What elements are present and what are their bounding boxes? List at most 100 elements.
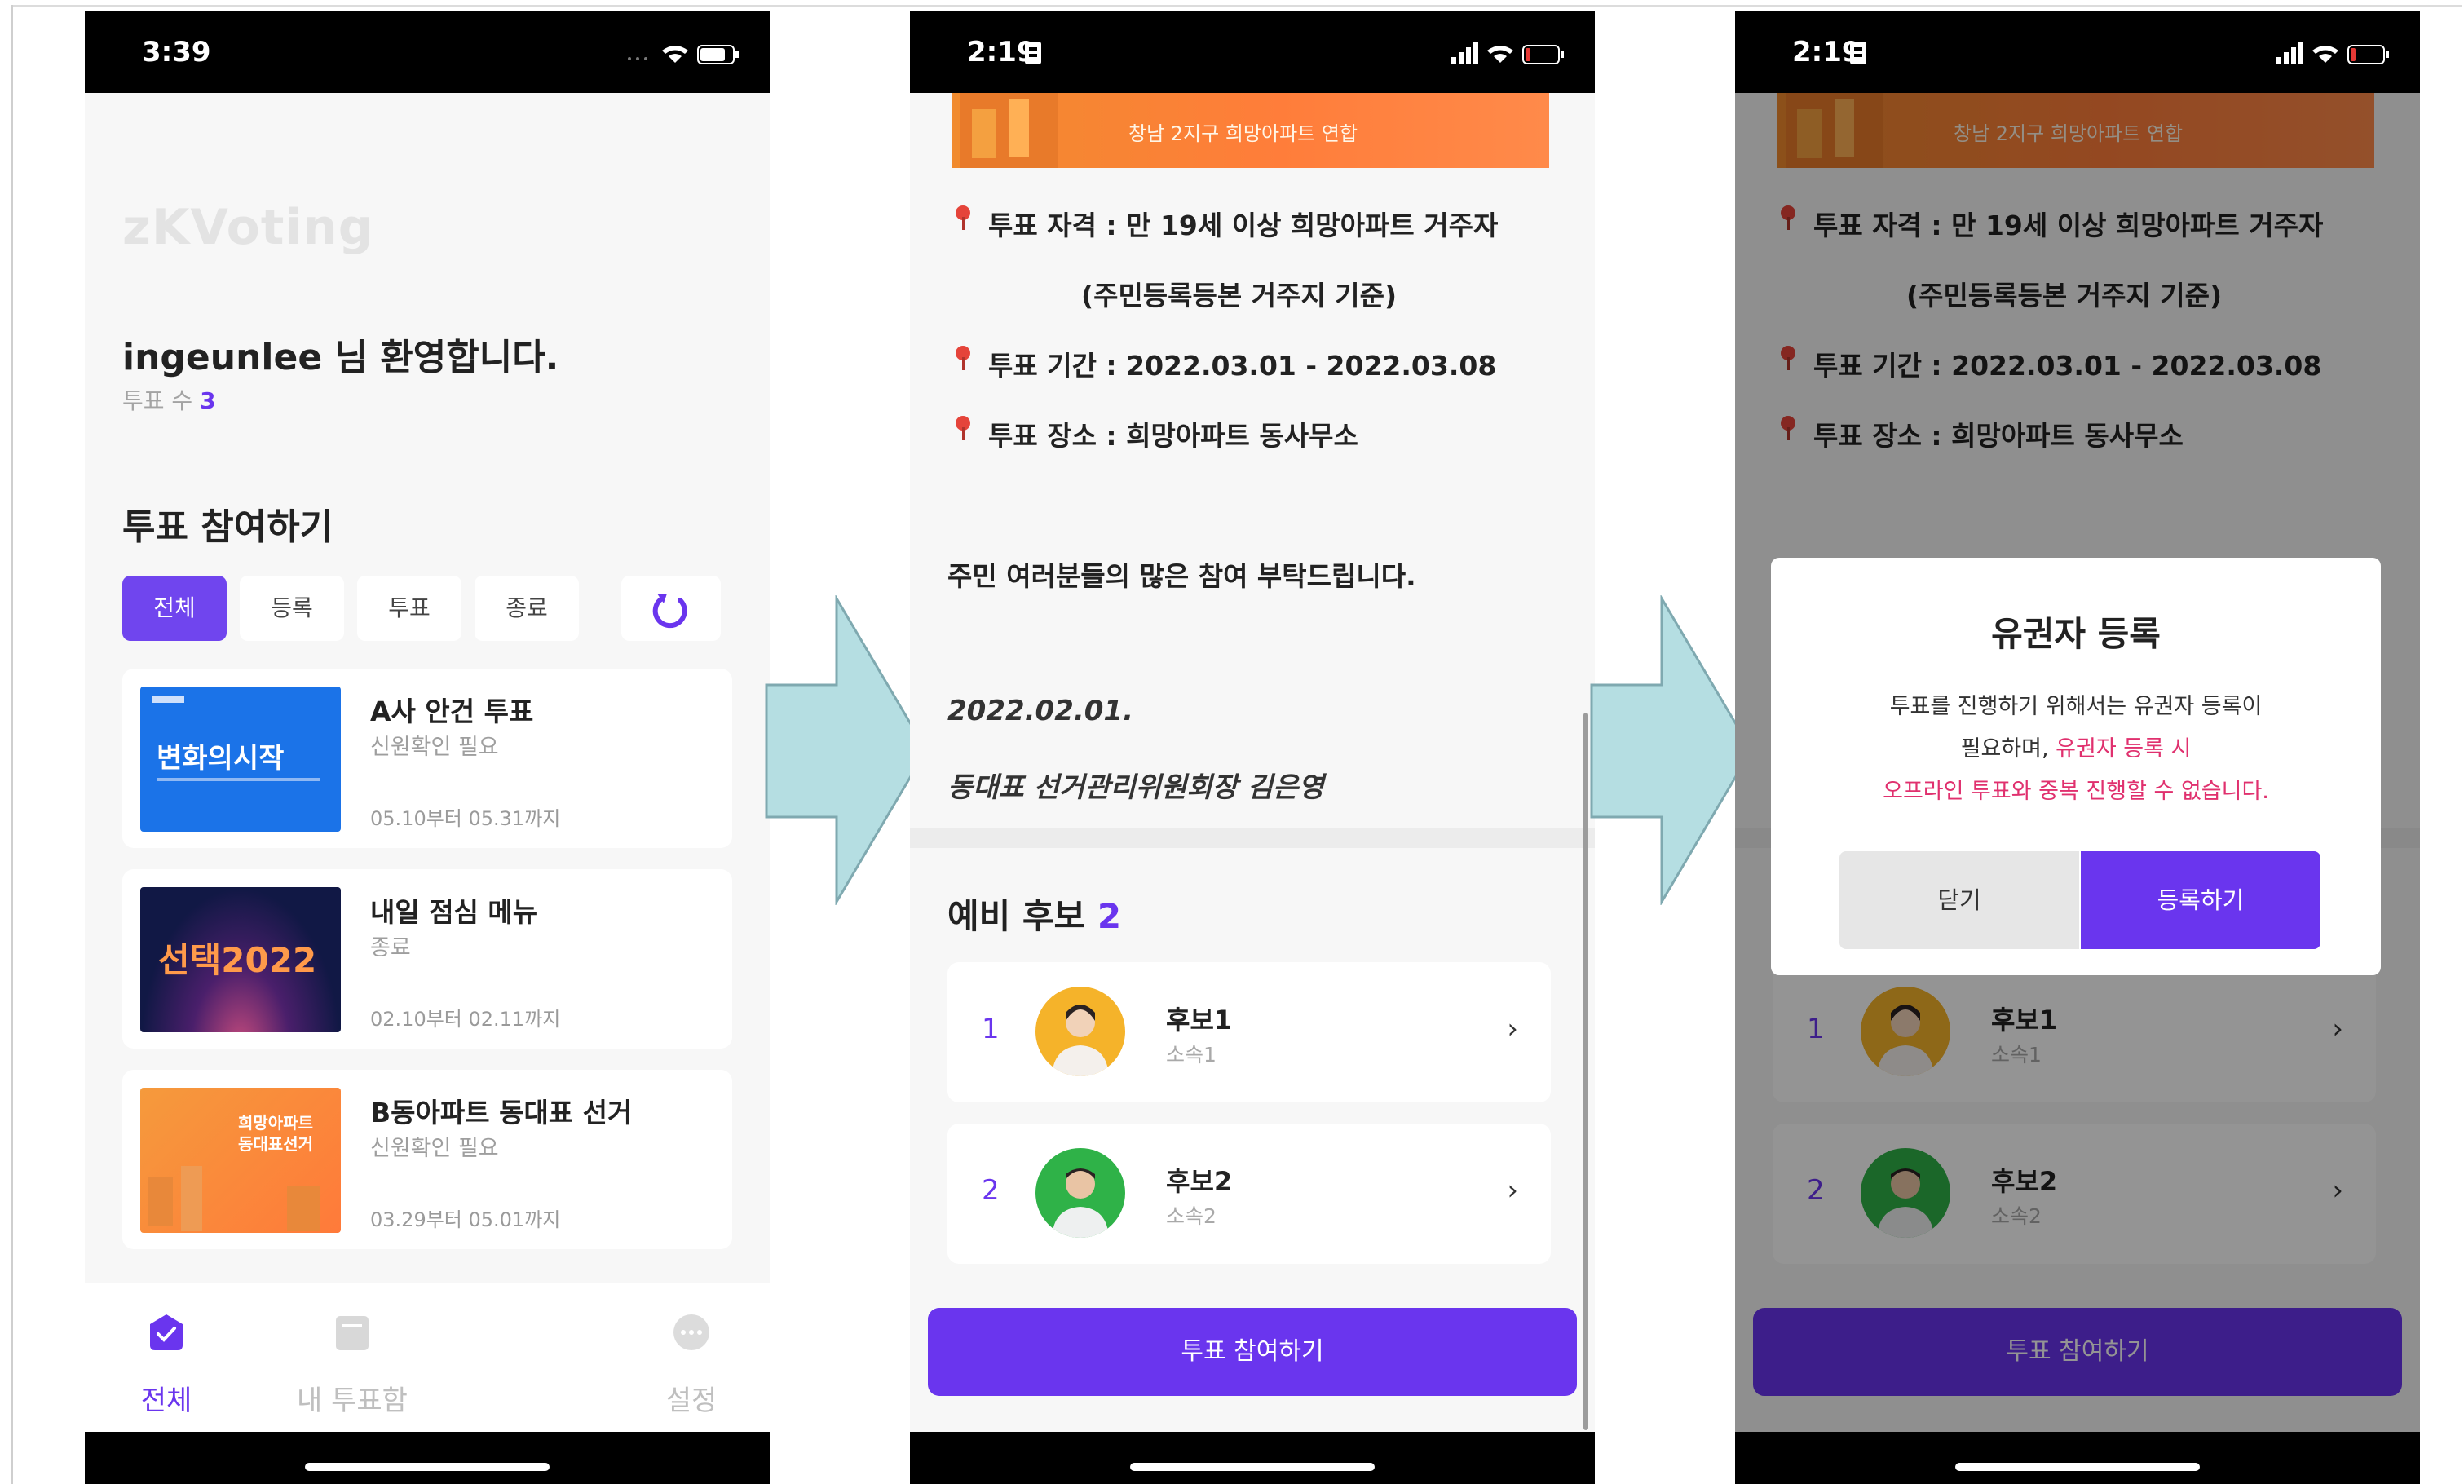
banner-decoration: [972, 109, 996, 158]
place-text: 투표 장소 : 희망아파트 동사무소: [988, 420, 1358, 452]
vote-status: 신원확인 필요: [370, 1136, 499, 1161]
tab-label: 내 투표함: [297, 1385, 408, 1417]
flow-arrow-icon: [1590, 595, 1753, 905]
home-indicator[interactable]: [1955, 1463, 2200, 1471]
vote-period: 05.10부터 05.31까지: [370, 807, 561, 830]
location-pin-icon: [956, 205, 970, 230]
modal-warning-text: 유권자 등록 시: [2056, 736, 2192, 762]
candidate-item[interactable]: 2 후보2 소속2 ›: [947, 1124, 1551, 1264]
status-icons: [628, 45, 739, 64]
thumbnail-text: 변화의시작: [157, 742, 285, 775]
home-indicator-area: [85, 1432, 770, 1484]
sim-icon: [1850, 42, 1866, 64]
register-button[interactable]: 등록하기: [2081, 851, 2320, 949]
candidates-title: 예비 후보 2: [947, 889, 1121, 939]
eligibility-text: 투표 자격 : 만 19세 이상 희망아파트 거주자: [988, 210, 1499, 241]
thumbnail-building: [148, 1177, 173, 1226]
candidate-avatar: [1035, 987, 1125, 1076]
vote-status: 종료: [370, 935, 411, 961]
ballot-check-icon: [150, 1314, 183, 1350]
candidate-avatar: [1035, 1148, 1125, 1238]
tab-my-ballot-box[interactable]: 내 투표함: [271, 1283, 434, 1432]
person-icon: [1052, 1005, 1109, 1076]
frame-border-top: [11, 5, 2462, 7]
sim-icon: [1025, 42, 1041, 64]
vote-status: 신원확인 필요: [370, 735, 499, 760]
candidates-count: 2: [1097, 896, 1122, 936]
thumbnail-text: 선택2022: [158, 940, 317, 980]
phone-vote-detail-screen: 창남 2지구 희망아파트 연합 투표 자격 : 만 19세 이상 희망아파트 거…: [910, 11, 1595, 1484]
filter-chip-all[interactable]: 전체: [122, 576, 227, 641]
thumbnail-text: 희망아파트 동대표선거: [238, 1113, 313, 1154]
tab-settings[interactable]: 설정: [610, 1283, 770, 1432]
status-bar: 2:19: [910, 11, 1595, 93]
vote-banner: 창남 2지구 희망아파트 연합: [952, 93, 1549, 168]
candidate-name: 후보2: [1166, 1166, 1233, 1197]
scrollbar[interactable]: [1583, 713, 1588, 1430]
frame-border-left: [11, 5, 13, 1484]
vote-card[interactable]: 변화의시작 A사 안건 투표 신원확인 필요 05.10부터 05.31까지: [122, 669, 732, 848]
thumbnail-brand: [152, 696, 184, 703]
phone-home-screen: 3:39 zKVoting ingeunlee 님 환영합니다. 투표 수 3 …: [85, 11, 770, 1484]
thumbnail-building: [181, 1166, 202, 1231]
candidate-number: 2: [982, 1174, 1000, 1207]
status-bar: 2:19: [1735, 11, 2420, 93]
vote-participate-button[interactable]: 투표 참여하기: [928, 1308, 1577, 1396]
modal-message-text: 필요하며,: [1960, 736, 2056, 762]
status-time: 3:39: [142, 36, 211, 68]
tab-label: 설정: [665, 1385, 718, 1417]
vote-thumbnail: 희망아파트 동대표선거: [140, 1088, 341, 1233]
vote-period: 02.10부터 02.11까지: [370, 1008, 561, 1031]
banner-text: 창남 2지구 희망아파트 연합: [1128, 122, 1358, 145]
close-button[interactable]: 닫기: [1839, 851, 2079, 949]
eligibility-note: (주민등록등본 거주지 기준): [1081, 280, 1398, 311]
candidate-affiliation: 소속2: [1166, 1204, 1217, 1228]
section-title: 투표 참여하기: [122, 506, 333, 548]
vote-thumbnail: 선택2022: [140, 887, 341, 1032]
vote-card[interactable]: 선택2022 내일 점심 메뉴 종료 02.10부터 02.11까지: [122, 869, 732, 1049]
chevron-right-icon: ›: [1507, 1174, 1518, 1207]
candidate-affiliation: 소속1: [1166, 1043, 1217, 1067]
candidate-item[interactable]: 1 후보1 소속1 ›: [947, 962, 1551, 1102]
welcome-message: ingeunlee 님 환영합니다.: [122, 337, 559, 378]
modal-message-line: 투표를 진행하기 위해서는 유권자 등록이: [1889, 694, 2263, 719]
filter-chip-registration[interactable]: 등록: [240, 576, 344, 641]
person-icon: [1052, 1168, 1109, 1238]
filter-chip-voting[interactable]: 투표: [357, 576, 461, 641]
more-icon: [673, 1314, 709, 1350]
vote-title: B동아파트 동대표 선거: [370, 1097, 633, 1128]
notice-signature: 동대표 선거관리위원회장 김은영: [947, 771, 1324, 804]
tab-all[interactable]: 전체: [85, 1283, 248, 1432]
location-pin-icon: [956, 346, 970, 370]
banner-decoration: [1009, 99, 1029, 157]
home-indicator[interactable]: [1130, 1463, 1375, 1471]
location-pin-icon: [956, 416, 970, 440]
home-indicator-area: [1735, 1432, 2420, 1484]
period-text: 투표 기간 : 2022.03.01 - 2022.03.08: [988, 350, 1497, 382]
candidate-number: 1: [982, 1013, 1000, 1045]
notice-text: 주민 여러분들의 많은 참여 부탁드립니다.: [947, 560, 1416, 592]
status-bar: 3:39: [85, 11, 770, 93]
vote-count: 투표 수 3: [122, 383, 216, 416]
vote-title: 내일 점심 메뉴: [370, 896, 538, 928]
filter-chip-ended[interactable]: 종료: [475, 576, 579, 641]
refresh-icon: [652, 594, 687, 629]
vote-thumbnail: 변화의시작: [140, 687, 341, 832]
modal-message-line: 필요하며, 유권자 등록 시: [1771, 731, 2381, 762]
notice-date: 2022.02.01.: [947, 695, 1134, 727]
tab-label: 전체: [140, 1385, 192, 1417]
bottom-tab-bar: 전체 내 투표함 설정: [85, 1283, 770, 1432]
voter-registration-modal: 유권자 등록 투표를 진행하기 위해서는 유권자 등록이 필요하며, 유권자 등…: [1771, 558, 2381, 975]
chevron-right-icon: ›: [1507, 1013, 1518, 1045]
vote-count-value: 3: [200, 387, 216, 414]
ballot-box-icon: [336, 1316, 369, 1350]
vote-card[interactable]: 희망아파트 동대표선거 B동아파트 동대표 선거 신원확인 필요 03.29부터…: [122, 1070, 732, 1249]
candidates-title-label: 예비 후보: [947, 896, 1086, 936]
flow-arrow-icon: [765, 595, 928, 905]
refresh-button[interactable]: [621, 576, 721, 641]
thumbnail-decoration: [157, 778, 320, 781]
home-indicator[interactable]: [305, 1463, 550, 1471]
candidate-name: 후보1: [1166, 1005, 1233, 1036]
app-logo: zKVoting: [122, 199, 374, 256]
status-icons: [1451, 42, 1564, 64]
